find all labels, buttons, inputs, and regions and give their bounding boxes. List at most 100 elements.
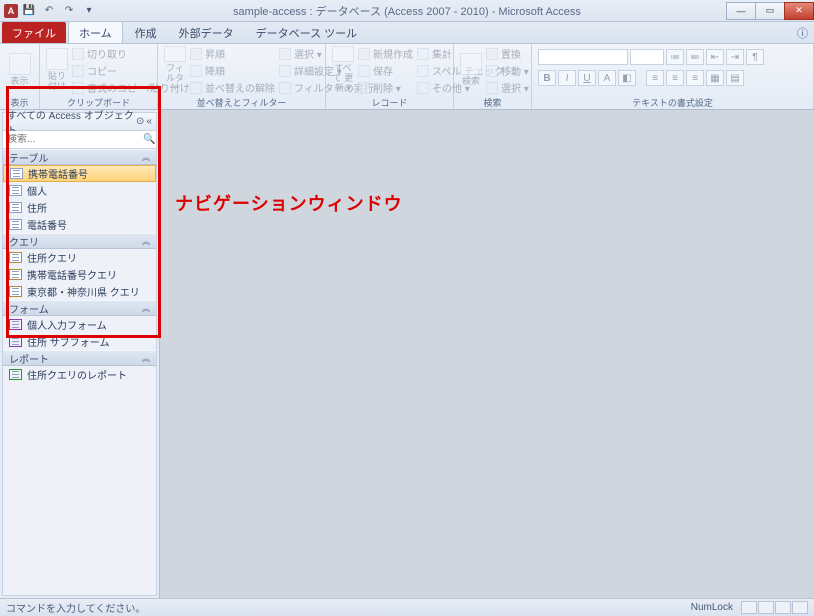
- paste-button[interactable]: 貼り付け: [46, 46, 68, 94]
- nav-item-query[interactable]: 東京都・神奈川県 クエリ: [3, 283, 156, 300]
- align-left-button[interactable]: ≡: [646, 70, 664, 86]
- content-area: すべての Access オブジェクト ⊙« 🔍 テーブル︽ 携帯電話番号 個人 …: [0, 110, 814, 598]
- align-right-button[interactable]: ≡: [686, 70, 704, 86]
- nav-dropdown-icon[interactable]: ⊙: [136, 116, 144, 127]
- tab-create[interactable]: 作成: [125, 22, 167, 43]
- qat-undo-icon[interactable]: ↶: [40, 2, 58, 20]
- replace-button[interactable]: 置換: [486, 46, 529, 61]
- help-icon[interactable]: ⓘ: [797, 25, 808, 41]
- sort-desc-button[interactable]: 降順: [190, 63, 275, 78]
- sort-asc-icon: [190, 48, 202, 60]
- nav-item-report[interactable]: 住所クエリのレポート: [3, 366, 156, 383]
- font-size-combo[interactable]: [630, 49, 664, 65]
- indent-increase-button[interactable]: ⇥: [726, 49, 744, 65]
- fill-color-button[interactable]: ◧: [618, 70, 636, 86]
- gridlines-button[interactable]: ▦: [706, 70, 724, 86]
- replace-icon: [486, 48, 498, 60]
- save-icon: [358, 65, 370, 77]
- nav-category-queries[interactable]: クエリ︽: [3, 233, 156, 249]
- underline-button[interactable]: U: [578, 70, 596, 86]
- view-switch-button[interactable]: [792, 601, 808, 614]
- find-button[interactable]: 検索: [460, 46, 482, 94]
- italic-button[interactable]: I: [558, 70, 576, 86]
- align-center-button[interactable]: ≡: [666, 70, 684, 86]
- nav-category-forms[interactable]: フォーム︽: [3, 300, 156, 316]
- tab-file[interactable]: ファイル: [2, 22, 66, 43]
- form-icon: [9, 319, 22, 330]
- nav-item-table[interactable]: 個人: [3, 182, 156, 199]
- nav-item-table[interactable]: 住所: [3, 199, 156, 216]
- font-color-button[interactable]: A: [598, 70, 616, 86]
- more-icon: [417, 82, 429, 94]
- tab-database-tools[interactable]: データベース ツール: [246, 22, 368, 43]
- tab-home[interactable]: ホーム: [68, 21, 123, 43]
- view-switch-button[interactable]: [775, 601, 791, 614]
- nav-category-tables[interactable]: テーブル︽: [3, 149, 156, 165]
- bullets-button[interactable]: ≔: [666, 49, 684, 65]
- view-switch-button[interactable]: [758, 601, 774, 614]
- nav-search-box[interactable]: 🔍: [3, 131, 156, 149]
- new-record-button[interactable]: 新規作成: [358, 46, 413, 61]
- refresh-all-button[interactable]: すべて 更新 ▾: [332, 46, 354, 94]
- delete-icon: [358, 82, 370, 94]
- sort-asc-button[interactable]: 昇順: [190, 46, 275, 61]
- nav-item-query[interactable]: 携帯電話番号クエリ: [3, 266, 156, 283]
- chevron-up-icon: ︽: [142, 236, 150, 247]
- goto-button[interactable]: 移動 ▾: [486, 63, 529, 78]
- nav-search-input[interactable]: [3, 134, 143, 145]
- qat-redo-icon[interactable]: ↷: [60, 2, 78, 20]
- nav-item-query[interactable]: 住所クエリ: [3, 249, 156, 266]
- close-button[interactable]: ✕: [784, 2, 814, 20]
- selection-icon: [279, 48, 291, 60]
- copy-icon: [72, 65, 84, 77]
- ribbon-tabs: ファイル ホーム 作成 外部データ データベース ツール ⓘ: [0, 22, 814, 44]
- tab-external-data[interactable]: 外部データ: [169, 22, 244, 43]
- view-button[interactable]: 表示: [6, 46, 33, 94]
- delete-record-button[interactable]: 削除 ▾: [358, 80, 413, 95]
- navigation-pane: すべての Access オブジェクト ⊙« 🔍 テーブル︽ 携帯電話番号 個人 …: [2, 112, 157, 596]
- nav-item-form[interactable]: 個人入力フォーム: [3, 316, 156, 333]
- search-icon[interactable]: 🔍: [143, 134, 156, 145]
- nav-item-form[interactable]: 住所 サブフォーム: [3, 333, 156, 350]
- table-icon: [10, 168, 23, 179]
- text-dir-button[interactable]: ¶: [746, 49, 764, 65]
- nav-item-table[interactable]: 携帯電話番号: [3, 165, 156, 182]
- goto-icon: [486, 65, 498, 77]
- refresh-icon: [332, 46, 354, 62]
- ribbon-group-clipboard: 貼り付け 切り取り コピー 書式のコピー/貼り付け クリップボード: [40, 44, 158, 109]
- chevron-up-icon: ︽: [142, 152, 150, 163]
- report-icon: [9, 369, 22, 380]
- indent-decrease-button[interactable]: ⇤: [706, 49, 724, 65]
- nav-item-label: 住所: [27, 200, 47, 215]
- nav-pane-header[interactable]: すべての Access オブジェクト ⊙«: [3, 113, 156, 131]
- nav-item-label: 携帯電話番号クエリ: [27, 267, 117, 282]
- ribbon-group-label: 検索: [460, 96, 525, 109]
- maximize-button[interactable]: ▭: [755, 2, 785, 20]
- app-icon[interactable]: A: [4, 4, 18, 18]
- window-title: sample-access : データベース (Access 2007 - 20…: [0, 3, 814, 19]
- nav-category-reports[interactable]: レポート︽: [3, 350, 156, 366]
- nav-item-label: 携帯電話番号: [28, 166, 88, 181]
- save-record-button[interactable]: 保存: [358, 63, 413, 78]
- font-name-combo[interactable]: [538, 49, 628, 65]
- nav-item-label: 住所 サブフォーム: [27, 334, 109, 349]
- nav-collapse-icon[interactable]: «: [146, 116, 152, 127]
- alt-row-color-button[interactable]: ▤: [726, 70, 744, 86]
- ribbon-group-textformat: ≔ ≕ ⇤ ⇥ ¶ B I U A ◧ ≡ ≡ ≡ ▦ ▤ テキストの書式設定: [532, 44, 814, 109]
- quick-access-toolbar: A 💾 ↶ ↷ ▾: [0, 2, 98, 20]
- select-button[interactable]: 選択 ▾: [486, 80, 529, 95]
- clear-sort-button[interactable]: 並べ替えの解除: [190, 80, 275, 95]
- select-icon: [486, 82, 498, 94]
- numbering-button[interactable]: ≕: [686, 49, 704, 65]
- filter-button[interactable]: フィルター: [164, 46, 186, 94]
- totals-icon: [417, 48, 429, 60]
- minimize-button[interactable]: —: [726, 2, 756, 20]
- qat-customize-icon[interactable]: ▾: [80, 2, 98, 20]
- nav-item-label: 住所クエリ: [27, 250, 77, 265]
- nav-item-table[interactable]: 電話番号: [3, 216, 156, 233]
- bold-button[interactable]: B: [538, 70, 556, 86]
- ribbon-group-sortfilter: フィルター 昇順 降順 並べ替えの解除 選択 ▾ 詳細設定 ▾ フィルターの実行…: [158, 44, 326, 109]
- ribbon-group-view: 表示 表示: [0, 44, 40, 109]
- qat-save-icon[interactable]: 💾: [20, 2, 38, 20]
- view-switch-button[interactable]: [741, 601, 757, 614]
